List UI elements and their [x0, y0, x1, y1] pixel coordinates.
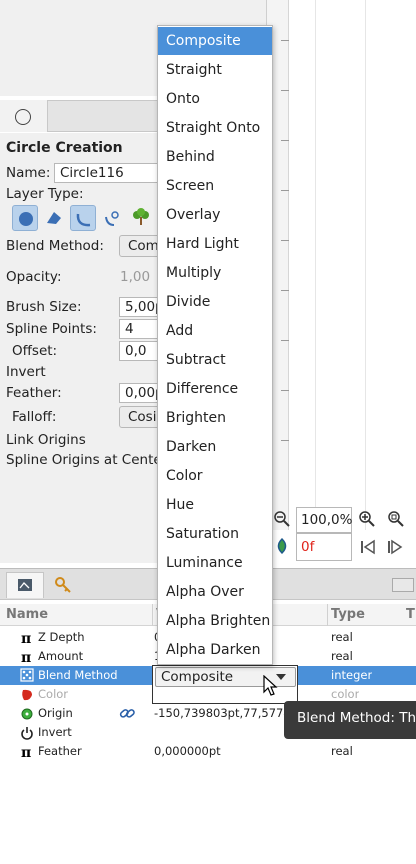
blend-option-multiply[interactable]: Multiply: [158, 259, 272, 287]
onion-skin-icon[interactable]: [273, 537, 291, 555]
link-icon[interactable]: [119, 706, 135, 721]
section-title: Circle Creation: [6, 140, 123, 156]
canvas-work-area[interactable]: [266, 0, 416, 530]
library-tab-icon[interactable]: [52, 574, 74, 596]
canvas-grid-line: [365, 0, 366, 530]
previous-keyframe-icon[interactable]: [360, 539, 376, 555]
mouse-cursor-icon: [263, 675, 278, 696]
blend-option-hue[interactable]: Hue: [158, 491, 272, 519]
layer-type-advanced-outline-toggle[interactable]: [99, 205, 125, 231]
region-layer-icon: [47, 212, 61, 224]
zoom-out-icon[interactable]: [273, 510, 291, 528]
panel-scroll-handle[interactable]: [392, 578, 414, 592]
time-column-header[interactable]: T: [406, 607, 415, 622]
svg-text:π: π: [21, 631, 31, 645]
blend-option-alpha-darken[interactable]: Alpha Darken: [158, 636, 272, 664]
pi-icon: π: [21, 745, 31, 759]
circle-tool-icon: [15, 109, 31, 125]
opacity-label: Opacity:: [6, 269, 62, 285]
layer-type-outline-toggle[interactable]: [70, 205, 96, 231]
param-row-feather[interactable]: π Feather 0,000000pt real: [0, 742, 416, 761]
next-keyframe-icon[interactable]: [387, 539, 403, 555]
origin-icon: [21, 708, 33, 720]
blend-option-behind[interactable]: Behind: [158, 143, 272, 171]
params-tab[interactable]: [6, 572, 44, 598]
name-input[interactable]: Circle116: [54, 163, 164, 183]
blend-option-alpha-brighten[interactable]: Alpha Brighten: [158, 607, 272, 635]
blend-option-straight[interactable]: Straight: [158, 56, 272, 84]
blend-option-divide[interactable]: Divide: [158, 288, 272, 316]
advanced-outline-icon: [105, 211, 119, 226]
spline-points-label: Spline Points:: [6, 321, 97, 337]
blend-option-difference[interactable]: Difference: [158, 375, 272, 403]
current-time-input[interactable]: 0f: [296, 533, 352, 561]
blend-option-brighten[interactable]: Brighten: [158, 404, 272, 432]
blend-icon: [20, 668, 34, 682]
opacity-value[interactable]: 1,00: [120, 269, 150, 285]
blend-option-screen[interactable]: Screen: [158, 172, 272, 200]
outline-layer-icon: [76, 213, 91, 227]
blend-option-darken[interactable]: Darken: [158, 433, 272, 461]
params-panel-icon: [18, 579, 32, 591]
layer-type-plant-toggle[interactable]: [128, 205, 154, 231]
pi-icon: π: [21, 650, 31, 664]
blend-option-luminance[interactable]: Luminance: [158, 549, 272, 577]
brush-size-label: Brush Size:: [6, 299, 82, 315]
plant-layer-icon: [133, 208, 149, 225]
name-column-header[interactable]: Name: [6, 607, 48, 622]
blend-method-label: Blend Method:: [6, 238, 104, 254]
blend-option-subtract[interactable]: Subtract: [158, 346, 272, 374]
zoom-fit-icon[interactable]: [387, 510, 405, 528]
blend-option-color[interactable]: Color: [158, 462, 272, 490]
svg-text:π: π: [21, 650, 31, 664]
spline-origins-label[interactable]: Spline Origins at Cente: [6, 452, 162, 468]
blend-option-composite[interactable]: Composite: [158, 27, 272, 55]
falloff-label: Falloff:: [12, 409, 57, 425]
column-divider: [152, 604, 153, 626]
blend-option-alpha-over[interactable]: Alpha Over: [158, 578, 272, 606]
color-icon: [22, 689, 32, 701]
invert-label[interactable]: Invert: [6, 364, 46, 380]
tooltip: Blend Method: Th: [284, 701, 416, 739]
blend-option-overlay[interactable]: Overlay: [158, 201, 272, 229]
canvas-grid-line: [315, 0, 316, 530]
link-origins-label[interactable]: Link Origins: [6, 432, 86, 448]
svg-text:π: π: [21, 745, 31, 759]
offset-label: Offset:: [12, 343, 58, 359]
zoom-input[interactable]: 100,0%: [296, 507, 352, 533]
zoom-in-icon[interactable]: [358, 510, 376, 528]
power-icon: [21, 727, 33, 740]
column-divider: [327, 604, 328, 626]
name-label: Name:: [6, 165, 51, 181]
layer-type-circle-toggle[interactable]: [12, 205, 38, 231]
circle-layer-icon: [19, 212, 33, 226]
blend-option-onto[interactable]: Onto: [158, 85, 272, 113]
blend-option-saturation[interactable]: Saturation: [158, 520, 272, 548]
blend-option-straight-onto[interactable]: Straight Onto: [158, 114, 272, 142]
blend-method-dropdown[interactable]: Composite Straight Onto Straight Onto Be…: [157, 25, 273, 665]
feather-label: Feather:: [6, 385, 62, 401]
pi-icon: π: [21, 631, 31, 645]
blend-option-hard-light[interactable]: Hard Light: [158, 230, 272, 258]
layer-type-label: Layer Type:: [6, 186, 84, 202]
type-column-header[interactable]: Type: [331, 607, 365, 622]
blend-option-add[interactable]: Add: [158, 317, 272, 345]
layer-type-region-toggle[interactable]: [41, 205, 67, 231]
